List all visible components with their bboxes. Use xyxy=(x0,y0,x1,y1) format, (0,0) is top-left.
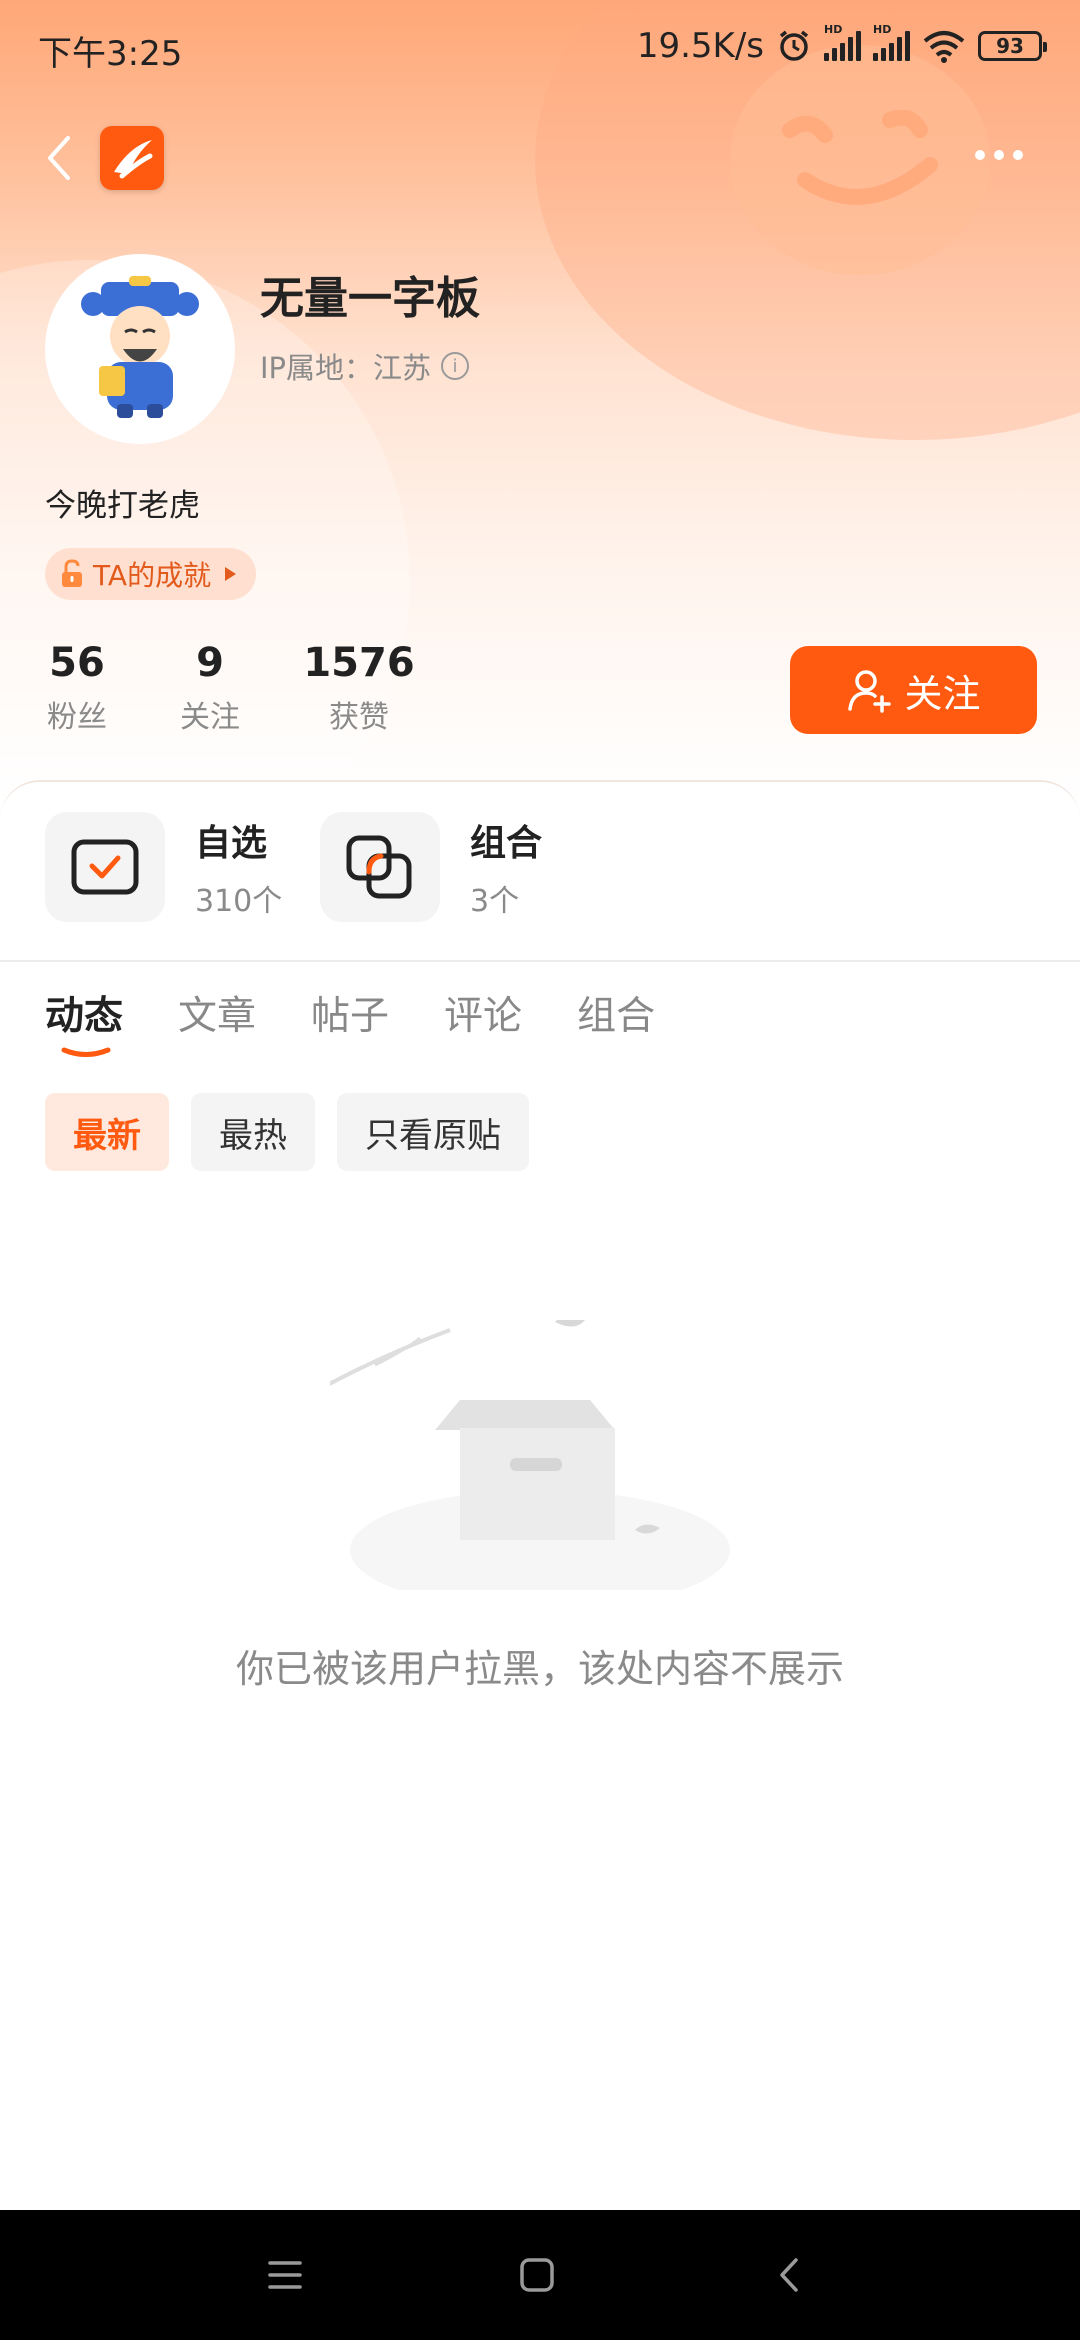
tab-portfolios[interactable]: 组合 xyxy=(577,985,655,1041)
stat-following[interactable]: 9 关注 xyxy=(175,640,245,736)
watchlist-icon xyxy=(71,839,139,895)
play-arrow-icon xyxy=(225,567,237,581)
ip-location-text: IP属地：江苏 xyxy=(260,351,432,385)
user-bio: 今晚打老虎 xyxy=(45,488,200,524)
alarm-icon xyxy=(779,30,809,61)
achievement-label: TA的成就 xyxy=(93,559,212,592)
signal-icon-1: HD xyxy=(824,23,861,61)
tab-dynamics[interactable]: 动态 xyxy=(45,985,123,1057)
tab-posts[interactable]: 帖子 xyxy=(311,985,389,1041)
watchlist-count: 310个 xyxy=(195,884,283,919)
user-name: 无量一字板 xyxy=(260,273,480,324)
menu-icon[interactable] xyxy=(262,2252,308,2298)
divider xyxy=(0,960,1080,962)
portfolio-count: 3个 xyxy=(470,884,520,919)
signal-icon-2: HD xyxy=(873,23,910,61)
stat-likes[interactable]: 1576 获赞 xyxy=(300,640,418,736)
add-user-icon xyxy=(848,670,892,713)
battery-indicator: 93 xyxy=(978,31,1047,61)
tab-comments[interactable]: 评论 xyxy=(444,985,522,1041)
filter-latest[interactable]: 最新 xyxy=(45,1093,169,1171)
empty-box-illustration xyxy=(330,1320,730,1590)
follow-button[interactable]: 关注 xyxy=(790,646,1037,734)
filter-chips: 最新 最热 只看原贴 xyxy=(45,1093,529,1171)
filter-original-only[interactable]: 只看原贴 xyxy=(337,1093,529,1171)
back-chevron-icon[interactable] xyxy=(40,128,80,188)
content-tabs: 动态 文章 帖子 评论 组合 xyxy=(45,985,655,1057)
watchlist-card[interactable]: 自选 310个 xyxy=(45,812,282,922)
network-speed: 19.5K/s xyxy=(636,26,764,66)
avatar[interactable] xyxy=(45,254,235,444)
home-icon[interactable] xyxy=(514,2252,560,2298)
decorative-smile-icon xyxy=(782,110,938,205)
info-icon[interactable]: i xyxy=(441,352,470,380)
system-nav-bar xyxy=(0,2210,1080,2340)
status-bar: 下午3:25 19.5K/s HD HD 93 xyxy=(0,0,1080,96)
portfolio-card[interactable]: 组合 3个 xyxy=(320,812,542,922)
tab-articles[interactable]: 文章 xyxy=(178,985,256,1041)
stat-fans[interactable]: 56 粉丝 xyxy=(45,640,109,736)
status-time: 下午3:25 xyxy=(38,34,183,74)
lock-open-icon xyxy=(62,559,82,587)
filter-hottest[interactable]: 最热 xyxy=(191,1093,315,1171)
ip-location: IP属地：江苏 i xyxy=(260,345,470,387)
back-icon[interactable] xyxy=(768,2252,814,2298)
portfolio-title: 组合 xyxy=(470,823,543,864)
portfolio-icon xyxy=(346,835,412,899)
wifi-icon xyxy=(923,31,965,63)
watchlist-title: 自选 xyxy=(195,823,268,864)
active-tab-indicator xyxy=(61,1047,111,1057)
more-dots-icon[interactable] xyxy=(975,150,1023,160)
follow-label: 关注 xyxy=(904,671,981,716)
empty-state-message: 你已被该用户拉黑，该处内容不展示 xyxy=(235,1647,844,1691)
achievement-badge[interactable]: TA的成就 xyxy=(45,548,257,600)
app-logo-icon[interactable] xyxy=(100,126,164,190)
